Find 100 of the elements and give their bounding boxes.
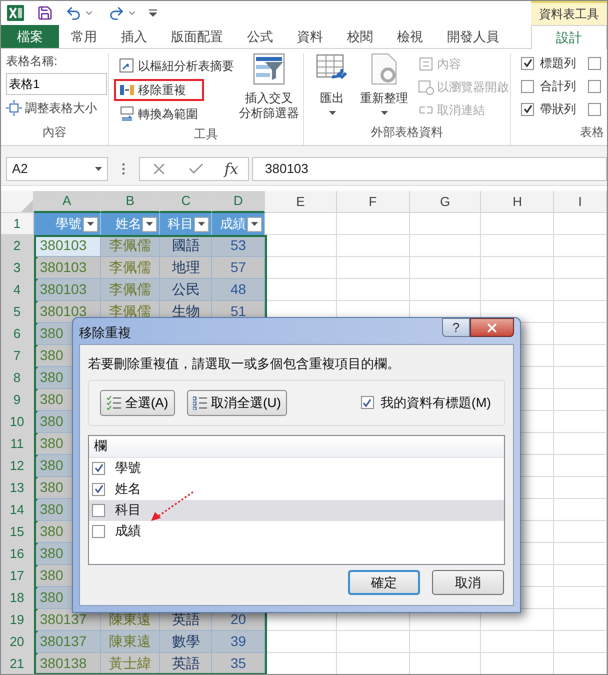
row-header[interactable]: 10 (1, 411, 34, 433)
table-cell[interactable]: 地理 (160, 257, 212, 279)
ribbon-command[interactable]: 移除重複 (114, 79, 204, 101)
grid-cell[interactable] (554, 433, 607, 455)
insert-slicer-button[interactable]: 插入交叉 分析篩選器 (239, 53, 299, 125)
column-header[interactable]: C (160, 191, 212, 213)
undo-icon[interactable] (65, 4, 82, 22)
row-header[interactable]: 8 (1, 367, 34, 389)
table-cell[interactable]: 陳東遠 (100, 631, 160, 653)
ribbon-tab[interactable]: 開發人員 (435, 25, 511, 48)
formula-field[interactable]: 380103 (252, 157, 607, 181)
ribbon-tab[interactable]: 校閱 (335, 25, 385, 48)
table-name-field[interactable]: 表格1 (6, 73, 107, 95)
row-header[interactable]: 16 (1, 543, 34, 565)
grid-cell[interactable] (554, 345, 607, 367)
checkbox[interactable] (92, 504, 105, 516)
grid-cell[interactable] (554, 609, 607, 631)
table-cell[interactable]: 李佩儒 (100, 257, 160, 279)
filter-button[interactable] (82, 216, 98, 232)
checkbox[interactable] (92, 462, 105, 474)
table-cell[interactable]: 380103 (34, 279, 101, 301)
drag-handle-icon[interactable] (122, 163, 125, 175)
file-tab[interactable]: 檔案 (1, 25, 59, 48)
row-header[interactable]: 20 (1, 631, 34, 653)
grid-cell[interactable] (554, 543, 607, 565)
save-icon[interactable] (37, 5, 53, 21)
export-button[interactable]: 匯出 (316, 53, 348, 123)
grid-cell[interactable] (410, 213, 482, 235)
column-header[interactable]: E (265, 191, 337, 213)
grid-cell[interactable] (410, 279, 482, 301)
redo-icon[interactable] (108, 4, 125, 22)
row-header[interactable]: 1 (1, 213, 34, 235)
grid-cell[interactable] (481, 279, 554, 301)
grid-cell[interactable] (554, 213, 607, 235)
table-cell[interactable]: 39 (212, 631, 266, 653)
grid-cell[interactable] (336, 631, 410, 653)
close-button[interactable] (470, 318, 514, 337)
help-button[interactable]: ? (442, 318, 470, 337)
row-header[interactable]: 2 (1, 235, 34, 257)
row-header[interactable]: 18 (1, 587, 34, 609)
column-header[interactable]: D (212, 191, 266, 213)
grid-cell[interactable] (481, 213, 554, 235)
table-cell[interactable]: 48 (212, 279, 266, 301)
select-all-button[interactable]: 全選(A) (100, 390, 175, 416)
grid-cell[interactable] (554, 235, 607, 257)
select-all-corner[interactable] (1, 191, 34, 213)
grid-cell[interactable] (554, 477, 607, 499)
grid-cell[interactable] (554, 257, 607, 279)
grid-cell[interactable] (265, 279, 337, 301)
grid-cell[interactable] (554, 323, 607, 345)
column-header[interactable]: A (34, 191, 101, 213)
grid-cell[interactable] (554, 301, 607, 323)
grid-cell[interactable] (554, 565, 607, 587)
grid-cell[interactable] (336, 213, 410, 235)
checkbox[interactable] (521, 80, 534, 92)
column-header[interactable]: I (554, 191, 607, 213)
grid-cell[interactable] (265, 235, 337, 257)
row-header[interactable]: 6 (1, 323, 34, 345)
ribbon-command[interactable]: 以樞紐分析表摘要 (114, 55, 239, 77)
row-header[interactable]: 13 (1, 477, 34, 499)
table-cell[interactable]: 57 (212, 257, 266, 279)
table-cell[interactable]: 380138 (34, 653, 101, 674)
row-header[interactable]: 4 (1, 279, 34, 301)
table-cell[interactable]: 380137 (34, 631, 101, 653)
table-cell[interactable]: 李佩儒 (100, 279, 160, 301)
table-cell[interactable]: 國語 (160, 235, 212, 257)
insert-function-button[interactable]: fx (224, 158, 238, 180)
grid-cell[interactable] (410, 257, 482, 279)
checkbox[interactable] (92, 524, 105, 538)
table-cell[interactable]: 英語 (160, 653, 212, 674)
unselect-all-button[interactable]: 取消全選(U) (187, 390, 287, 416)
column-header[interactable]: F (336, 191, 410, 213)
grid-cell[interactable] (265, 257, 337, 279)
grid-cell[interactable] (554, 499, 607, 521)
grid-cell[interactable] (554, 367, 607, 389)
name-box[interactable]: A2 (6, 157, 108, 181)
ribbon-tab[interactable]: 設計 (531, 25, 607, 49)
checkbox[interactable] (521, 102, 534, 116)
row-header[interactable]: 19 (1, 609, 34, 631)
checkbox[interactable] (588, 56, 601, 70)
grid-cell[interactable] (554, 521, 607, 543)
row-header[interactable]: 11 (1, 433, 34, 455)
grid-cell[interactable] (554, 455, 607, 477)
grid-cell[interactable] (481, 257, 554, 279)
customize-icon[interactable] (149, 9, 157, 17)
column-header[interactable]: B (100, 191, 160, 213)
row-header[interactable]: 3 (1, 257, 34, 279)
column-header[interactable]: G (410, 191, 482, 213)
dialog-button[interactable]: 取消 (432, 570, 504, 595)
column-header[interactable]: H (481, 191, 554, 213)
grid-cell[interactable] (336, 279, 410, 301)
checkbox[interactable] (588, 80, 601, 92)
grid-cell[interactable] (554, 411, 607, 433)
grid-cell[interactable] (410, 235, 482, 257)
row-header[interactable]: 7 (1, 345, 34, 367)
ribbon-tab[interactable]: 版面配置 (159, 25, 235, 48)
checkbox[interactable] (521, 56, 534, 70)
grid-cell[interactable] (554, 631, 607, 653)
list-item[interactable]: 科目 (89, 500, 504, 520)
grid-cell[interactable] (481, 235, 554, 257)
